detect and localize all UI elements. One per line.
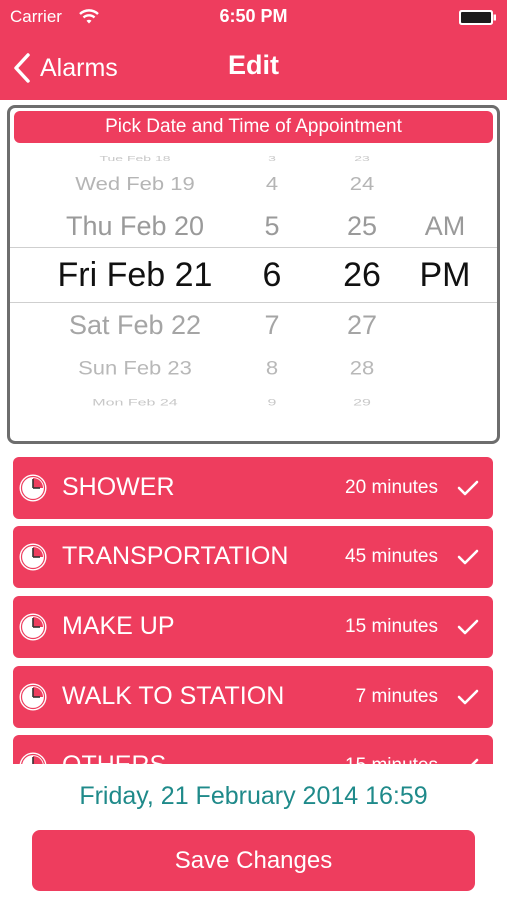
picker-minute-value: 27: [346, 310, 378, 340]
picker-date-value: Sun Feb 23: [78, 356, 192, 379]
task-row[interactable]: MAKE UP 15 minutes: [13, 596, 493, 658]
picker-hour-value: 8: [265, 356, 279, 379]
picker-minute-value: 28: [349, 356, 375, 379]
navigation-header: Carrier 6:50 PM Alarms Edit: [0, 0, 507, 100]
checkmark-icon: [457, 619, 479, 635]
save-changes-button[interactable]: Save Changes: [32, 830, 475, 891]
picker-minute-value: 25: [346, 211, 378, 241]
selected-datetime-label: Friday, 21 February 2014 16:59: [79, 782, 428, 810]
picker-date-value: Sat Feb 22: [68, 310, 202, 340]
picker-row[interactable]: Thu Feb 20 5 25 AM: [10, 206, 497, 246]
picker-date-value: Fri Feb 21: [57, 256, 213, 294]
clock-icon: [19, 543, 47, 571]
selection-line-top: [10, 247, 497, 248]
picker-hour-value: 4: [265, 172, 279, 195]
task-duration: 15 minutes: [345, 616, 438, 637]
picker-row[interactable]: Sat Feb 22 7 27: [10, 305, 497, 345]
picker-row[interactable]: Wed Feb 19 4 24: [10, 167, 497, 201]
picker-hour-value: 3: [268, 153, 276, 163]
picker-minute-value: 24: [349, 172, 375, 195]
picker-date-value: Mon Feb 24: [92, 397, 178, 408]
task-name: SHOWER: [62, 473, 175, 501]
picker-date-value: Wed Feb 19: [75, 172, 195, 195]
task-duration: 7 minutes: [355, 686, 438, 707]
task-name: TRANSPORTATION: [62, 542, 289, 570]
task-row[interactable]: TRANSPORTATION 45 minutes: [13, 526, 493, 588]
picker-date-value: Thu Feb 20: [65, 211, 205, 241]
picker-row-selected[interactable]: Fri Feb 21 6 26 PM: [10, 255, 497, 295]
task-duration: 20 minutes: [345, 477, 438, 498]
task-duration: 45 minutes: [345, 546, 438, 567]
picker-minute-value: 23: [354, 153, 370, 163]
picker-row[interactable]: Sun Feb 23 8 28: [10, 350, 497, 386]
task-name: WALK TO STATION: [62, 682, 285, 710]
date-time-picker[interactable]: Pick Date and Time of Appointment Tue Fe…: [7, 105, 500, 444]
battery-icon: [459, 10, 496, 25]
picker-hour-value: 9: [267, 397, 277, 408]
checkmark-icon: [457, 689, 479, 705]
checkmark-icon: [457, 480, 479, 496]
picker-hour-value: 6: [262, 256, 282, 294]
clock-icon: [19, 683, 47, 711]
task-name: MAKE UP: [62, 612, 175, 640]
picker-row[interactable]: Mon Feb 24 9 29: [10, 391, 497, 415]
task-row[interactable]: WALK TO STATION 7 minutes: [13, 666, 493, 728]
picker-hour-value: 7: [264, 310, 280, 340]
picker-date-value: Tue Feb 18: [99, 153, 171, 163]
checkmark-icon: [457, 549, 479, 565]
picker-minute-value: 26: [343, 256, 381, 294]
picker-ampm-value: AM: [424, 211, 466, 241]
picker-hour-value: 5: [264, 211, 280, 241]
clock-icon: [19, 613, 47, 641]
bottom-panel: Friday, 21 February 2014 16:59 Save Chan…: [0, 764, 507, 900]
task-row[interactable]: SHOWER 20 minutes: [13, 457, 493, 519]
status-time: 6:50 PM: [219, 6, 288, 26]
status-bar: Carrier 6:50 PM: [0, 0, 507, 34]
picker-ampm-value: PM: [419, 256, 471, 294]
selection-line-bottom: [10, 302, 497, 303]
clock-icon: [19, 474, 47, 502]
picker-minute-value: 29: [353, 397, 371, 408]
picker-title: Pick Date and Time of Appointment: [14, 111, 493, 143]
page-title: Edit: [228, 50, 279, 80]
picker-row[interactable]: Tue Feb 18 3 23: [10, 147, 497, 169]
